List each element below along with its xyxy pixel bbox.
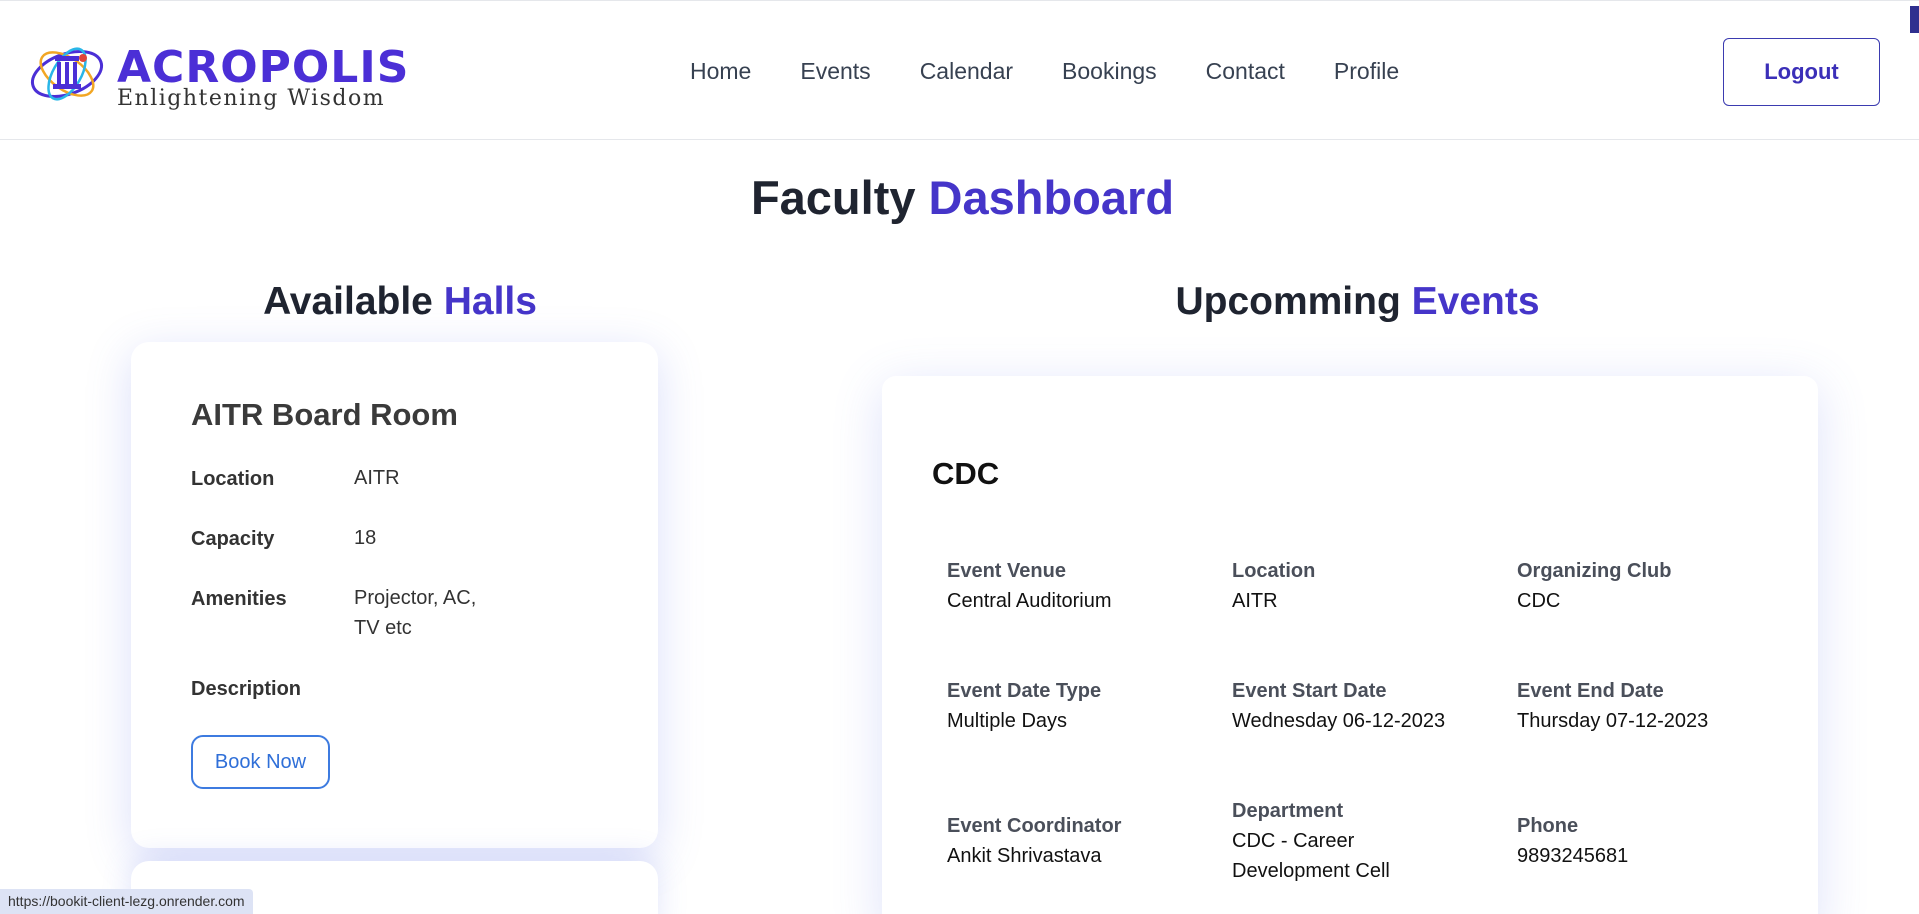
event-end-date-field: Event End Date Thursday 07-12-2023 (1517, 676, 1787, 736)
nav-home[interactable]: Home (690, 58, 751, 85)
nav-bookings[interactable]: Bookings (1062, 58, 1157, 85)
hall-capacity-label: Capacity (191, 528, 275, 550)
event-phone-field: Phone 9893245681 (1517, 811, 1787, 871)
event-start-date-field: Event Start Date Wednesday 06-12-2023 (1232, 676, 1502, 736)
event-start-date-label: Event Start Date (1232, 680, 1387, 702)
event-venue-value: Central Auditorium (947, 590, 1112, 612)
page-title-part1: Faculty (750, 171, 916, 224)
event-club-value: CDC (1517, 590, 1561, 612)
hall-amenities-value: Projector, AC, TV etc (354, 587, 477, 639)
nav-events[interactable]: Events (800, 58, 870, 85)
event-venue-label: Event Venue (947, 560, 1066, 582)
event-venue-field: Event Venue Central Auditorium (947, 556, 1217, 616)
main-nav: Home Events Calendar Bookings Contact Pr… (690, 58, 1448, 85)
event-coordinator-field: Event Coordinator Ankit Shrivastava (947, 811, 1217, 871)
event-coordinator-label: Event Coordinator (947, 815, 1122, 837)
event-club-field: Organizing Club CDC (1517, 556, 1787, 616)
events-section-title: Upcomming Events (1030, 280, 1685, 324)
event-department-field: Department CDC - Career Development Cell (1232, 796, 1432, 886)
event-date-type-label: Event Date Type (947, 680, 1102, 702)
halls-title-part1: Available (263, 280, 433, 323)
events-title-part2: Events (1411, 280, 1540, 323)
event-card: CDC Event Venue Central Auditorium Locat… (882, 376, 1818, 914)
site-header: ACROPOLIS Enlightening Wisdom Home Event… (0, 4, 1919, 140)
hall-card: AITR Board Room Location AITR Capacity 1… (131, 342, 658, 848)
hall-amenities-label: Amenities (191, 588, 287, 610)
halls-section-title: Available Halls (90, 280, 710, 324)
event-location-value: AITR (1232, 590, 1278, 612)
event-location-label: Location (1232, 560, 1316, 582)
event-name: CDC (932, 456, 1000, 491)
hall-location-value: AITR (354, 467, 400, 489)
events-title-part1: Upcomming (1175, 280, 1401, 323)
event-phone-value: 9893245681 (1517, 845, 1629, 867)
hall-location-label: Location (191, 468, 275, 490)
nav-calendar[interactable]: Calendar (920, 58, 1013, 85)
event-club-label: Organizing Club (1517, 560, 1672, 582)
event-end-date-label: Event End Date (1517, 680, 1664, 702)
hall-capacity-value: 18 (354, 527, 377, 549)
nav-contact[interactable]: Contact (1206, 58, 1285, 85)
event-date-type-field: Event Date Type Multiple Days (947, 676, 1217, 736)
logo-tagline: Enlightening Wisdom (117, 86, 386, 111)
event-department-label: Department (1232, 800, 1344, 822)
hall-description-label: Description (191, 678, 302, 700)
logout-button[interactable]: Logout (1723, 38, 1880, 106)
event-date-type-value: Multiple Days (947, 710, 1068, 732)
nav-profile[interactable]: Profile (1334, 58, 1399, 85)
book-now-button[interactable]: Book Now (191, 735, 330, 789)
page-title-part2: Dashboard (928, 171, 1175, 224)
event-location-field: Location AITR (1232, 556, 1502, 616)
status-bar-url: https://bookit-client-lezg.onrender.com (0, 889, 253, 914)
event-coordinator-value: Ankit Shrivastava (947, 845, 1102, 867)
hall-name: AITR Board Room (191, 397, 458, 432)
logo-emblem-icon (30, 47, 104, 101)
event-phone-label: Phone (1517, 815, 1579, 837)
acropolis-logo[interactable]: ACROPOLIS Enlightening Wisdom (27, 34, 408, 114)
halls-title-part2: Halls (443, 280, 537, 323)
event-start-date-value: Wednesday 06-12-2023 (1232, 710, 1446, 732)
event-end-date-value: Thursday 07-12-2023 (1517, 710, 1709, 732)
event-department-value: CDC - Career Development Cell (1232, 830, 1390, 882)
page-title: Faculty Dashboard (0, 170, 1919, 225)
